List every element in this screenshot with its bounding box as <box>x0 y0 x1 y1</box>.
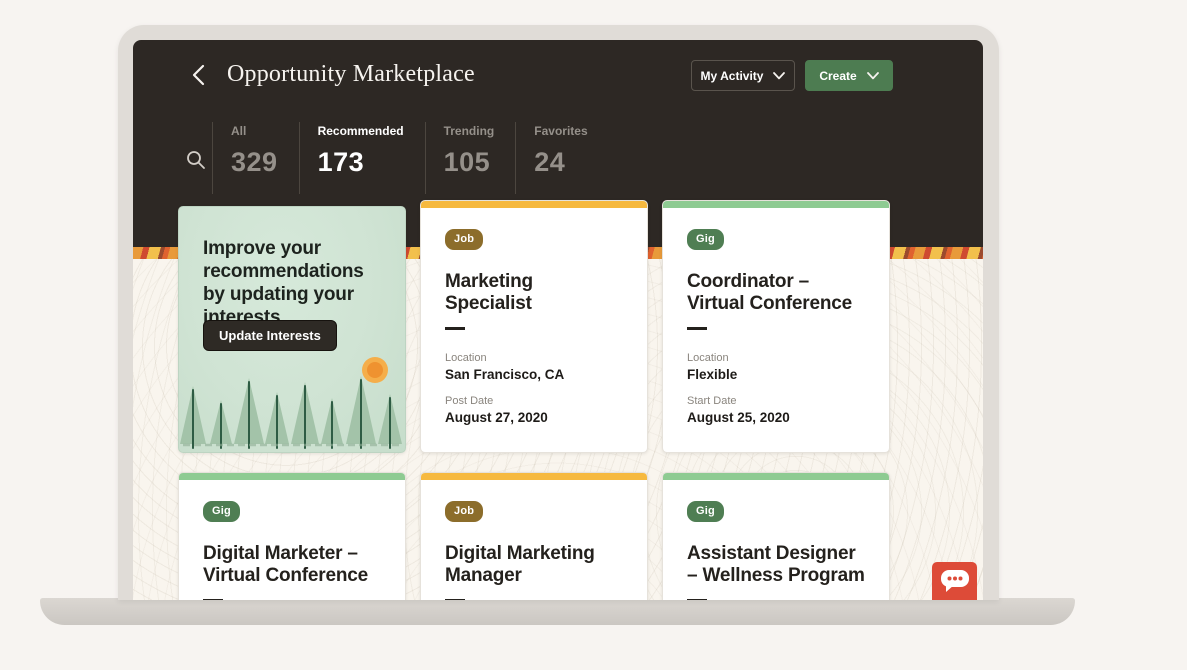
my-activity-label: My Activity <box>701 69 764 83</box>
job-badge: Job <box>445 501 483 522</box>
tab-all[interactable]: All 329 <box>212 122 299 194</box>
tab-count: 173 <box>318 147 404 178</box>
update-interests-promo-card: Improve your recommendations by updating… <box>178 206 406 453</box>
tab-label: Recommended <box>318 124 404 138</box>
back-button[interactable] <box>185 62 211 90</box>
page-background: Opportunity Marketplace My Activity Crea… <box>0 0 1187 670</box>
date-label: Start Date <box>687 395 790 407</box>
tab-count: 105 <box>444 147 495 178</box>
card-body: Gig Coordinator – Virtual Conference <box>663 208 889 330</box>
tab-label: Trending <box>444 124 495 138</box>
chevron-left-icon <box>192 64 205 89</box>
tab-favorites[interactable]: Favorites 24 <box>515 122 608 194</box>
tab-count: 329 <box>231 147 278 178</box>
page-title: Opportunity Marketplace <box>227 61 475 88</box>
card-accent-bar <box>421 473 647 480</box>
chevron-down-icon <box>867 69 879 83</box>
search-button[interactable] <box>185 150 207 172</box>
location-label: Location <box>445 352 564 364</box>
title-dash <box>687 599 707 600</box>
gig-badge: Gig <box>687 501 724 522</box>
title-dash <box>687 327 707 330</box>
location-label: Location <box>687 352 790 364</box>
card-title: Assistant Designer – Wellness Program <box>687 543 865 587</box>
title-dash <box>203 599 223 600</box>
opportunity-card-digital-marketing-manager[interactable]: Job Digital Marketing Manager <box>420 472 648 600</box>
job-badge: Job <box>445 229 483 250</box>
card-body: Gig Digital Marketer – Virtual Conferenc… <box>179 480 405 600</box>
create-button[interactable]: Create <box>805 60 893 91</box>
title-dash <box>445 327 465 330</box>
date-value: August 25, 2020 <box>687 410 790 425</box>
speech-bubble-icon <box>940 568 970 597</box>
my-activity-button[interactable]: My Activity <box>691 60 795 91</box>
search-icon <box>186 158 206 173</box>
tabs-row: All 329 Recommended 173 Trending 105 F <box>133 122 983 194</box>
location-value: San Francisco, CA <box>445 367 564 382</box>
card-accent-bar <box>421 201 647 208</box>
promo-title: Improve your recommendations by updating… <box>203 237 381 329</box>
gig-badge: Gig <box>203 501 240 522</box>
card-body: Job Digital Marketing Manager <box>421 480 647 600</box>
card-accent-bar <box>663 201 889 208</box>
card-accent-bar <box>663 473 889 480</box>
opportunity-card-coordinator-virtual-conference[interactable]: Gig Coordinator – Virtual Conference Loc… <box>662 200 890 453</box>
date-value: August 27, 2020 <box>445 410 564 425</box>
card-title: Marketing Specialist <box>445 271 623 315</box>
tab-count: 24 <box>534 147 587 178</box>
opportunity-cards-grid: Improve your recommendations by updating… <box>178 200 890 600</box>
card-title: Digital Marketing Manager <box>445 543 623 587</box>
chevron-down-icon <box>773 69 785 83</box>
card-meta: Location Flexible Start Date August 25, … <box>687 352 790 425</box>
location-group: Location San Francisco, CA <box>445 352 564 382</box>
pine-trees-sun-illustration <box>179 340 406 452</box>
tab-recommended[interactable]: Recommended 173 <box>299 122 425 194</box>
card-title: Digital Marketer – Virtual Conference <box>203 543 381 587</box>
card-body: Job Marketing Specialist <box>421 208 647 330</box>
chat-widget-button[interactable] <box>932 562 977 600</box>
tab-trending[interactable]: Trending 105 <box>425 122 516 194</box>
title-dash <box>445 599 465 600</box>
opportunity-card-digital-marketer[interactable]: Gig Digital Marketer – Virtual Conferenc… <box>178 472 406 600</box>
card-meta: Location San Francisco, CA Post Date Aug… <box>445 352 564 425</box>
gig-badge: Gig <box>687 229 724 250</box>
card-title: Coordinator – Virtual Conference <box>687 271 865 315</box>
app-screen: Opportunity Marketplace My Activity Crea… <box>133 40 983 600</box>
location-value: Flexible <box>687 367 790 382</box>
tab-label: All <box>231 124 278 138</box>
date-label: Post Date <box>445 395 564 407</box>
date-group: Start Date August 25, 2020 <box>687 395 790 425</box>
header-top-row: Opportunity Marketplace My Activity Crea… <box>133 60 983 94</box>
opportunity-card-assistant-designer[interactable]: Gig Assistant Designer – Wellness Progra… <box>662 472 890 600</box>
date-group: Post Date August 27, 2020 <box>445 395 564 425</box>
laptop-bezel: Opportunity Marketplace My Activity Crea… <box>118 25 999 600</box>
location-group: Location Flexible <box>687 352 790 382</box>
opportunity-card-marketing-specialist[interactable]: Job Marketing Specialist Location San Fr… <box>420 200 648 453</box>
tab-label: Favorites <box>534 124 587 138</box>
laptop-base <box>40 598 1075 625</box>
card-body: Gig Assistant Designer – Wellness Progra… <box>663 480 889 600</box>
tab-bar: All 329 Recommended 173 Trending 105 F <box>212 122 609 194</box>
create-label: Create <box>819 69 856 83</box>
card-accent-bar <box>179 473 405 480</box>
